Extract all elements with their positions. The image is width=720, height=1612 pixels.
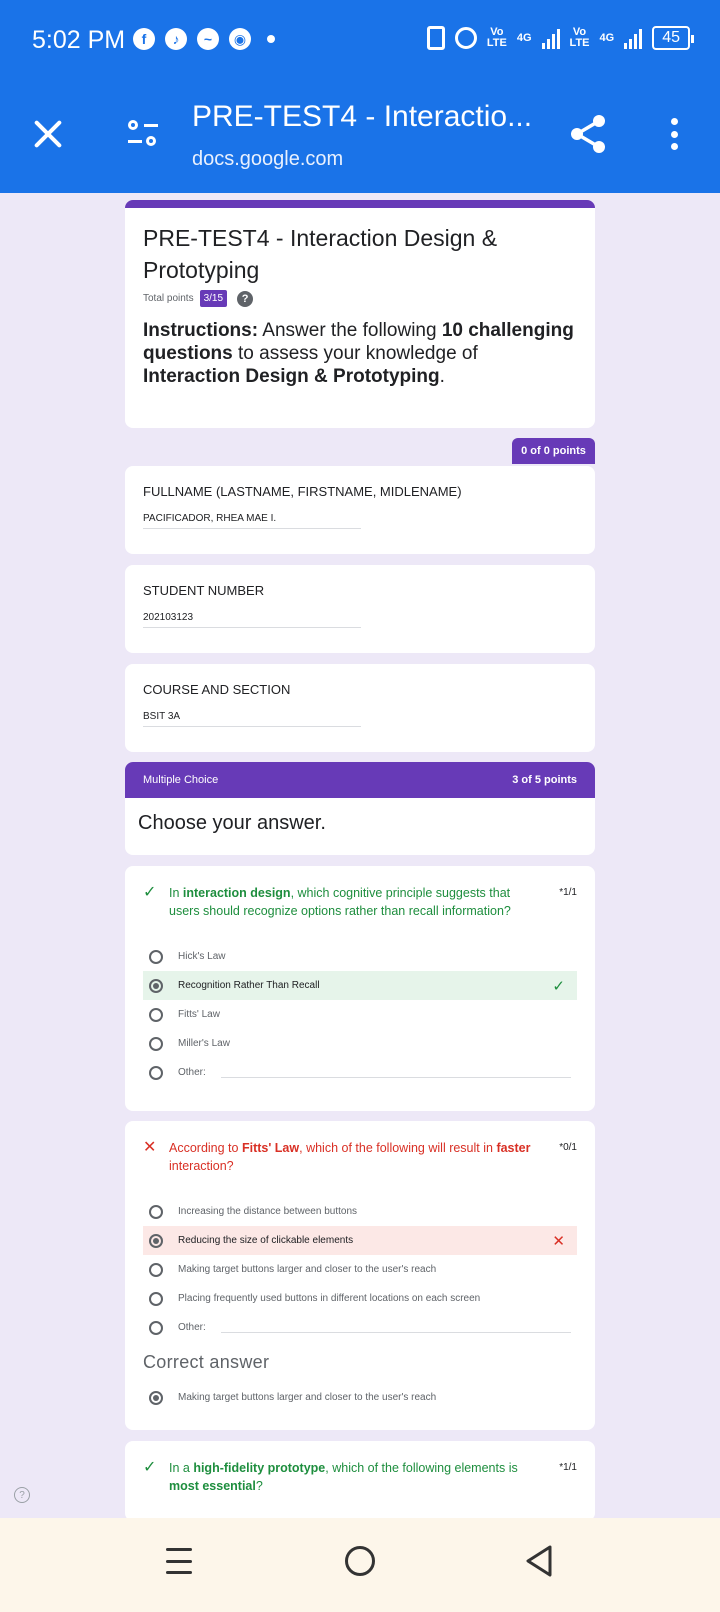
question-text: ✓ In a high-fidelity prototype, which of… [143, 1459, 577, 1493]
course-section-field-card: COURSE AND SECTION BSIT 3A [125, 664, 595, 752]
option-other[interactable]: Other: [143, 1058, 577, 1087]
form-title: PRE-TEST4 - Interaction Design & Prototy… [143, 225, 498, 283]
notification-icons: f ♪ ~ ◉ [133, 28, 275, 50]
student-number-field-card: STUDENT NUMBER 202103123 [125, 565, 595, 653]
radio-selected-icon [149, 1233, 163, 1248]
form-header-card: PRE-TEST4 - Interaction Design & Prototy… [125, 200, 595, 428]
network-type-2: 4G [599, 31, 615, 44]
radio-selected-icon [149, 978, 163, 993]
radio-icon [149, 1291, 163, 1306]
more-options-icon[interactable] [662, 114, 686, 154]
page-title: PRE-TEST4 - Interactio... [192, 100, 533, 133]
page-url: docs.google.com [192, 148, 344, 170]
section-header: Multiple Choice 3 of 5 points [125, 762, 595, 798]
radio-icon [149, 1007, 163, 1022]
facebook-icon: f [133, 28, 155, 50]
close-icon[interactable] [28, 114, 68, 154]
radio-selected-icon [149, 1390, 163, 1405]
incorrect-x-icon: ✕ [143, 1139, 157, 1156]
signal-icon-1 [541, 27, 560, 49]
messenger-icon: ~ [197, 28, 219, 50]
section-description: Choose your answer. [138, 812, 326, 834]
volte-label-2: Vo LTE [569, 26, 590, 49]
option[interactable]: Hick's Law [143, 942, 577, 971]
question-card-1: ✓ In interaction design, which cognitive… [125, 866, 595, 1111]
option[interactable]: Fitts' Law [143, 1000, 577, 1029]
field-value: 202103123 [143, 612, 361, 628]
tiktok-icon: ♪ [165, 28, 187, 50]
radio-icon [149, 1065, 163, 1080]
back-icon[interactable] [524, 1544, 554, 1578]
recent-apps-icon[interactable] [166, 1548, 192, 1574]
field-value: BSIT 3A [143, 711, 361, 727]
radio-icon [149, 1320, 163, 1335]
question-points: *1/1 [559, 1462, 577, 1473]
field-label: STUDENT NUMBER [143, 583, 265, 598]
score-badge: 3/15 [199, 290, 228, 307]
field-value: PACIFICADOR, RHEA MAE I. [143, 513, 361, 529]
radio-icon [149, 1204, 163, 1219]
correct-check-icon: ✓ [143, 884, 157, 901]
battery-icon: 45 [652, 26, 694, 50]
section-description-card: Choose your answer. [125, 798, 595, 855]
section-points-tab: 0 of 0 points [512, 438, 595, 464]
question-card-3: ✓ In a high-fidelity prototype, which of… [125, 1441, 595, 1521]
radio-icon [149, 1262, 163, 1277]
incorrect-x-icon: ✕ [552, 1232, 565, 1250]
option[interactable]: Increasing the distance between buttons [143, 1197, 577, 1226]
camera-app-icon: ◉ [229, 28, 251, 50]
custom-tab-toolbar: PRE-TEST4 - Interactio... docs.google.co… [0, 96, 720, 176]
option-selected-correct[interactable]: Recognition Rather Than Recall ✓ [143, 971, 577, 1000]
home-icon[interactable] [345, 1546, 375, 1576]
correct-answer-option: Making target buttons larger and closer … [143, 1383, 577, 1412]
share-icon[interactable] [566, 112, 610, 156]
option[interactable]: Placing frequently used buttons in diffe… [143, 1284, 577, 1313]
option[interactable]: Miller's Law [143, 1029, 577, 1058]
option-selected-incorrect[interactable]: Reducing the size of clickable elements ✕ [143, 1226, 577, 1255]
question-text: ✓ In interaction design, which cognitive… [143, 884, 577, 918]
options-list: Hick's Law Recognition Rather Than Recal… [143, 942, 577, 1087]
system-navigation-bar [0, 1518, 720, 1612]
other-input-line [220, 1077, 571, 1078]
correct-answer-heading: Correct answer [143, 1352, 270, 1372]
network-type-1: 4G [516, 31, 532, 44]
more-notifications-dot [267, 35, 275, 43]
help-icon[interactable]: ? [14, 1487, 30, 1503]
option-other[interactable]: Other: [143, 1313, 577, 1342]
status-time: 5:02 PM [32, 26, 126, 54]
options-list: Increasing the distance between buttons … [143, 1197, 577, 1342]
correct-check-icon: ✓ [143, 1459, 157, 1476]
question-points: *1/1 [559, 887, 577, 898]
vibrate-icon [426, 26, 445, 50]
radio-icon [149, 1036, 163, 1051]
question-points: *0/1 [559, 1142, 577, 1153]
option[interactable]: Making target buttons larger and closer … [143, 1255, 577, 1284]
section-points: 3 of 5 points [512, 774, 577, 786]
question-text: ✕ According to Fitts' Law, which of the … [143, 1139, 577, 1173]
status-bar: 5:02 PM f ♪ ~ ◉ Vo LTE 4G Vo LTE 4G 45 [0, 0, 720, 82]
total-points-row: Total points 3/15 ? [143, 290, 577, 307]
correct-check-icon: ✓ [552, 977, 565, 995]
total-points-label: Total points [143, 293, 194, 304]
site-settings-icon[interactable] [126, 118, 162, 150]
field-label: COURSE AND SECTION [143, 682, 291, 697]
alarm-icon [454, 27, 477, 49]
other-input-line [220, 1332, 571, 1333]
browser-header: 5:02 PM f ♪ ~ ◉ Vo LTE 4G Vo LTE 4G 45 PRE… [0, 0, 720, 193]
signal-icon-2 [624, 27, 643, 49]
question-card-2: ✕ According to Fitts' Law, which of the … [125, 1121, 595, 1430]
system-icons: Vo LTE 4G Vo LTE 4G 45 [426, 26, 694, 50]
field-label: FULLNAME (LASTNAME, FIRSTNAME, MIDLENAME… [143, 484, 462, 499]
form-instructions: Instructions: Answer the following 10 ch… [143, 320, 574, 387]
radio-icon [149, 949, 163, 964]
section-title: Multiple Choice [143, 774, 219, 786]
help-icon[interactable]: ? [237, 290, 254, 307]
volte-label-1: Vo LTE [486, 26, 507, 49]
fullname-field-card: FULLNAME (LASTNAME, FIRSTNAME, MIDLENAME… [125, 466, 595, 554]
